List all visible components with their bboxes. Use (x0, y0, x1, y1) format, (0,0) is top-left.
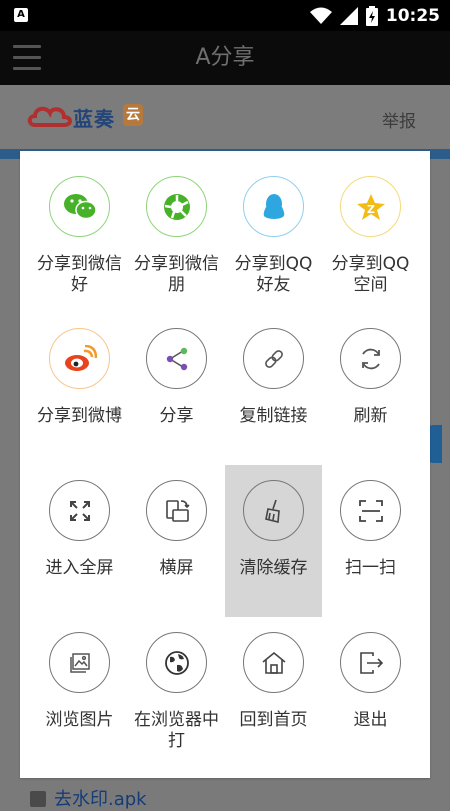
android-file-icon (30, 791, 46, 807)
menu-item-label: 复制链接 (239, 406, 308, 426)
menu-item-label: 分享到微信朋 (134, 254, 219, 295)
menu-item-label: 浏览图片 (45, 710, 114, 730)
app-title: A分享 (195, 45, 255, 70)
menu-item-exit[interactable]: 退出 (322, 607, 419, 759)
broom-icon (243, 480, 304, 541)
menu-item-copy-link[interactable]: 复制链接 (225, 303, 322, 455)
menu-item-share[interactable]: 分享 (128, 303, 225, 455)
menu-item-open-in-browser[interactable]: 在浏览器中打 (128, 607, 225, 759)
fullscreen-icon (49, 480, 110, 541)
exit-icon (340, 632, 401, 693)
file-link[interactable]: 去水印.apk (30, 785, 147, 811)
site-logo-badge: 云 (123, 104, 143, 126)
wifi-icon (309, 7, 332, 24)
status-bar: A 10:25 (0, 0, 450, 31)
menu-item-share-weibo[interactable]: 分享到微博 (31, 303, 128, 455)
report-link[interactable]: 举报 (382, 107, 416, 132)
menu-item-refresh[interactable]: 刷新 (322, 303, 419, 455)
image-icon (49, 632, 110, 693)
menu-item-label: 进入全屏 (45, 558, 114, 578)
rotate-screen-icon (146, 480, 207, 541)
battery-charging-icon (365, 5, 378, 26)
qzone-icon: Z (340, 176, 401, 237)
menu-item-share-qzone[interactable]: Z 分享到QQ空间 (322, 151, 419, 303)
menu-item-label: 刷新 (353, 406, 388, 426)
svg-text:Z: Z (367, 203, 375, 216)
menu-item-label: 退出 (353, 710, 388, 730)
status-app-icon: A (14, 8, 28, 22)
share-icon (146, 328, 207, 389)
globe-icon (146, 632, 207, 693)
menu-item-scan[interactable]: 扫一扫 (322, 455, 419, 607)
menu-item-share-wechat-friend[interactable]: 分享到微信好 (31, 151, 128, 303)
menu-item-label: 分享到QQ空间 (331, 254, 410, 295)
status-time: 10:25 (385, 5, 440, 26)
cloud-icon (27, 106, 72, 127)
scan-icon (340, 480, 401, 541)
status-icons: 10:25 (309, 0, 440, 31)
qq-icon (243, 176, 304, 237)
menu-item-label: 分享到微信好 (37, 254, 122, 295)
share-menu-panel: 分享到微信好 分享到微信朋 分享到QQ好友 Z 分享到QQ空间 分享到微博 分享… (20, 151, 430, 778)
moments-icon (146, 176, 207, 237)
cell-signal-icon (339, 6, 358, 25)
menu-item-label: 横屏 (159, 558, 194, 578)
menu-item-share-wechat-moments[interactable]: 分享到微信朋 (128, 151, 225, 303)
menu-item-label: 分享到QQ好友 (234, 254, 313, 295)
menu-item-label: 清除缓存 (239, 558, 308, 578)
menu-item-label: 回到首页 (239, 710, 308, 730)
web-page-header: 蓝奏 云 举报 (0, 85, 450, 149)
menu-item-label: 扫一扫 (345, 558, 396, 578)
menu-item-label: 分享到微博 (37, 406, 122, 426)
menu-item-clear-cache[interactable]: 清除缓存 (225, 465, 322, 617)
menu-item-browse-images[interactable]: 浏览图片 (31, 607, 128, 759)
site-logo-text: 蓝奏 (73, 107, 115, 131)
weibo-icon (49, 328, 110, 389)
menu-item-share-qq-friend[interactable]: 分享到QQ好友 (225, 151, 322, 303)
site-logo[interactable]: 蓝奏 云 (27, 101, 149, 135)
app-bar: A分享 (0, 31, 450, 85)
menu-item-landscape[interactable]: 横屏 (128, 455, 225, 607)
menu-item-back-home[interactable]: 回到首页 (225, 607, 322, 759)
home-icon (243, 632, 304, 693)
menu-item-label: 分享 (159, 406, 194, 426)
refresh-icon (340, 328, 401, 389)
menu-item-fullscreen[interactable]: 进入全屏 (31, 455, 128, 607)
wechat-icon (49, 176, 110, 237)
menu-item-label: 在浏览器中打 (134, 710, 219, 751)
link-icon (243, 328, 304, 389)
